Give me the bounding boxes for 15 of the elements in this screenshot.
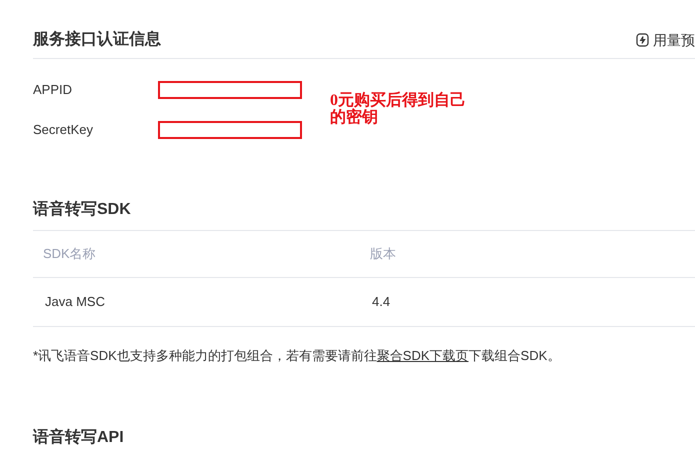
- field-label: SecretKey: [33, 121, 94, 140]
- section-title: 服务接口认证信息: [33, 29, 161, 50]
- field-label: APPID: [33, 81, 74, 100]
- note-text: *讯飞语音SDK也支持多种能力的打包组合，若有需要请前往: [33, 348, 377, 363]
- section-title: 语音转写SDK: [33, 199, 131, 220]
- column-header: SDK名称: [42, 245, 97, 264]
- download-link[interactable]: 聚合SDK下载页: [376, 348, 469, 363]
- usage-alert-link[interactable]: 用量预: [653, 30, 695, 50]
- column-header: 版本: [369, 245, 397, 264]
- alert-icon: [636, 33, 649, 47]
- annotation-text: 0元购买后得到自己 的密钥: [330, 92, 466, 126]
- table-cell-text: Java MSC: [44, 293, 106, 312]
- table-cell-text: 4.4: [371, 293, 392, 312]
- note-text: 下载组合SDK。: [468, 348, 560, 363]
- section-title: 语音转写API: [33, 427, 125, 448]
